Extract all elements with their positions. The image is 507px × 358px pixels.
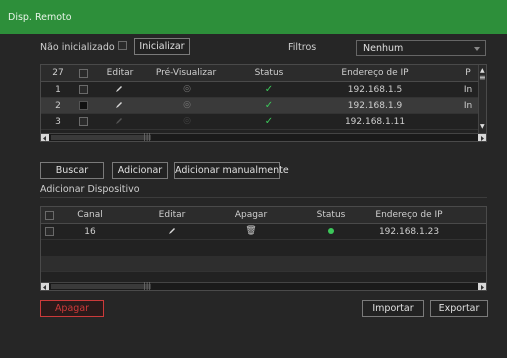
row-number: 2 [55, 101, 61, 111]
empty-row [41, 256, 486, 272]
select-all-checkbox[interactable] [79, 69, 88, 78]
export-button[interactable]: Exportar [430, 300, 488, 317]
added-table-header: Canal Editar Apagar Status Endereço de I… [41, 207, 486, 224]
search-button[interactable]: Buscar [40, 162, 104, 179]
filter-label: Filtros [288, 42, 317, 53]
col-status: Status [316, 210, 346, 220]
row-checkbox[interactable] [45, 227, 54, 236]
pencil-icon[interactable] [111, 84, 127, 96]
scroll-left-arrow-icon[interactable] [41, 283, 49, 290]
window-title: Disp. Remoto [8, 12, 72, 23]
check-icon: ✓ [264, 116, 274, 127]
scroll-grip-icon: ||| [143, 132, 152, 141]
initialize-button[interactable]: Inicializar [134, 38, 190, 55]
col-editar: Editar [106, 68, 134, 78]
device-table-header: 27 Editar Pré-Visualizar Status Endereço… [41, 65, 486, 82]
scroll-thumb[interactable] [51, 284, 151, 289]
col-pre-visualizar: Pré-Visualizar [155, 68, 217, 78]
col-canal: Canal [77, 210, 103, 220]
row-ip: 192.168.1.9 [347, 101, 403, 111]
row-checkbox[interactable] [79, 85, 88, 94]
row-ip: 192.168.1.5 [347, 85, 403, 95]
table-row[interactable]: 16 🗑 192.168.1.23 [41, 224, 486, 240]
horizontal-scrollbar[interactable]: ||| [41, 281, 486, 290]
row-port: In [463, 85, 473, 95]
horizontal-scrollbar[interactable]: ||| [41, 132, 486, 141]
trash-icon[interactable]: 🗑 [243, 226, 259, 236]
col-porta: P [465, 68, 471, 78]
add-button[interactable]: Adicionar [112, 162, 168, 179]
scroll-down-arrow-icon[interactable]: ▼ [480, 123, 485, 130]
table-row[interactable]: 2 ◎ ✓ 192.168.1.9 In [41, 98, 486, 114]
col-endereco-ip: Endereço de IP [375, 210, 443, 220]
pencil-icon[interactable] [164, 226, 180, 238]
check-icon: ✓ [264, 100, 274, 111]
check-icon: ✓ [264, 84, 274, 95]
col-status: Status [254, 68, 284, 78]
filter-value: Nenhum [363, 43, 404, 54]
pencil-icon[interactable] [111, 116, 127, 128]
row-checkbox[interactable] [79, 117, 88, 126]
col-editar: Editar [158, 210, 186, 220]
scroll-left-arrow-icon[interactable] [41, 134, 49, 141]
table-row[interactable]: 1 ◎ ✓ 192.168.1.5 In [41, 82, 486, 98]
scroll-thumb[interactable] [51, 135, 151, 140]
pencil-icon[interactable] [111, 100, 127, 112]
main-panel: Não inicializado Inicializar Filtros Nen… [0, 34, 507, 358]
row-checkbox[interactable] [79, 101, 88, 110]
vertical-scrollbar[interactable]: ▲ ≡ ▼ [478, 65, 486, 133]
eye-icon[interactable]: ◎ [179, 116, 195, 126]
row-number: 1 [55, 85, 61, 95]
scroll-right-arrow-icon[interactable] [478, 134, 486, 141]
section-divider [40, 197, 487, 198]
col-apagar: Apagar [234, 210, 268, 220]
eye-icon[interactable]: ◎ [179, 84, 195, 94]
col-endereco-ip: Endereço de IP [341, 68, 409, 78]
eye-icon[interactable]: ◎ [179, 100, 195, 110]
row-number: 3 [55, 117, 61, 127]
device-count: 27 [52, 68, 64, 78]
row-channel: 16 [84, 227, 96, 237]
filter-select[interactable]: Nenhum [356, 40, 486, 56]
title-bar: Disp. Remoto [0, 0, 507, 34]
add-manual-button[interactable]: Adicionar manualmente [174, 162, 289, 179]
chevron-down-icon [474, 47, 480, 51]
added-devices-title: Adicionar Dispositivo [40, 184, 140, 195]
import-button[interactable]: Importar [362, 300, 424, 317]
uninitialized-checkbox[interactable] [118, 41, 127, 50]
scroll-grip-icon: ||| [143, 281, 152, 290]
uninitialized-label: Não inicializado [40, 42, 115, 53]
row-ip: 192.168.1.23 [378, 227, 440, 237]
added-devices-table: Canal Editar Apagar Status Endereço de I… [40, 206, 487, 291]
delete-button[interactable]: Apagar [40, 300, 104, 317]
device-table: 27 Editar Pré-Visualizar Status Endereço… [40, 64, 487, 142]
table-row[interactable]: 3 ◎ ✓ 192.168.1.11 [41, 114, 486, 130]
select-all-checkbox[interactable] [45, 211, 54, 220]
row-port: In [463, 101, 473, 111]
scroll-grip-icon[interactable]: ≡ [479, 73, 486, 82]
row-ip: 192.168.1.11 [344, 117, 406, 127]
status-dot-icon [324, 227, 338, 237]
scroll-right-arrow-icon[interactable] [478, 283, 486, 290]
